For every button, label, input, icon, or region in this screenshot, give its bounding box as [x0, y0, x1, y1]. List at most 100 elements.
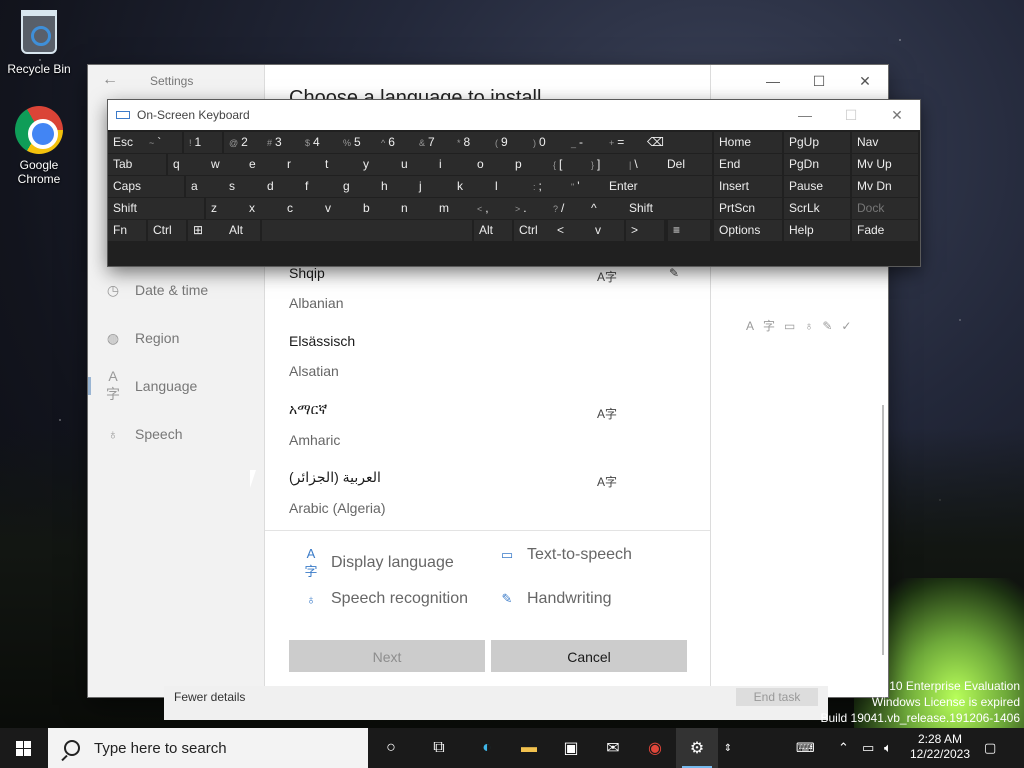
osk-key[interactable]: Options: [714, 220, 782, 241]
osk-key[interactable]: " ': [566, 176, 604, 197]
osk-key[interactable]: e: [244, 154, 282, 175]
osk-key[interactable]: ^ 6: [376, 132, 414, 153]
osk-key[interactable]: Home: [714, 132, 782, 153]
osk-key[interactable]: s: [224, 176, 262, 197]
osk-key[interactable]: w: [206, 154, 244, 175]
osk-key[interactable]: PrtScn: [714, 198, 782, 219]
osk-key[interactable]: n: [396, 198, 434, 219]
osk-key[interactable]: o: [472, 154, 510, 175]
file-explorer-icon[interactable]: ▬: [508, 728, 550, 768]
osk-key[interactable]: ⌫: [642, 132, 712, 153]
osk-key[interactable]: Help: [784, 220, 850, 241]
taskbar-search-box[interactable]: Type here to search: [48, 728, 368, 768]
osk-key[interactable]: z: [206, 198, 244, 219]
osk-key[interactable]: ≡: [668, 220, 710, 241]
close-icon[interactable]: ✕: [842, 65, 888, 97]
chrome-icon[interactable]: ◉: [634, 728, 676, 768]
osk-key[interactable]: l: [490, 176, 528, 197]
osk-key[interactable]: + =: [604, 132, 642, 153]
osk-key[interactable]: y: [358, 154, 396, 175]
osk-key[interactable]: ^: [586, 198, 624, 219]
osk-key[interactable]: j: [414, 176, 452, 197]
osk-key[interactable]: <,: [472, 198, 510, 219]
settings-gear-icon[interactable]: ⚙: [676, 728, 718, 768]
osk-key[interactable]: Tab: [108, 154, 166, 175]
osk-key[interactable]: Mv Up: [852, 154, 918, 175]
language-option-alsatian[interactable]: Elsässisch Alsatian: [289, 333, 689, 379]
maximize-icon[interactable]: ☐: [796, 65, 842, 97]
osk-key[interactable]: b: [358, 198, 396, 219]
language-option-arabic-algeria[interactable]: العربية (الجزائر) Arabic (Algeria): [289, 469, 689, 516]
osk-key[interactable]: ~ `: [144, 132, 182, 153]
osk-key[interactable]: Alt: [224, 220, 260, 241]
osk-key[interactable]: ! 1: [184, 132, 222, 153]
osk-key[interactable]: m: [434, 198, 472, 219]
task-view-icon[interactable]: ⧉: [418, 728, 460, 768]
nav-item-speech[interactable]: ♁ Speech: [104, 419, 183, 449]
osk-key[interactable]: Shift: [624, 198, 712, 219]
osk-key[interactable]: f: [300, 176, 338, 197]
nav-item-language[interactable]: A字 Language: [87, 368, 197, 402]
osk-key[interactable]: @2: [224, 132, 262, 153]
nav-item-region[interactable]: ◍ Region: [104, 323, 179, 353]
osk-key[interactable]: Esc: [108, 132, 144, 153]
minimize-icon[interactable]: —: [782, 100, 828, 130]
osk-key[interactable]: Ctrl: [148, 220, 186, 241]
edge-icon[interactable]: ◐: [466, 728, 508, 768]
osk-key[interactable]: }]: [586, 154, 624, 175]
osk-key[interactable]: Nav: [852, 132, 918, 153]
nav-item-date-time[interactable]: ◷ Date & time: [104, 275, 208, 305]
osk-key[interactable]: Dock: [852, 198, 918, 219]
osk-key[interactable]: Enter: [604, 176, 712, 197]
osk-key[interactable]: a: [186, 176, 224, 197]
osk-key[interactable]: Ctrl: [514, 220, 552, 241]
osk-key[interactable]: [262, 220, 472, 241]
osk-key[interactable]: p: [510, 154, 548, 175]
osk-key[interactable]: * 8: [452, 132, 490, 153]
action-center-keyboard-icon[interactable]: ⌨: [796, 728, 815, 768]
osk-key[interactable]: #3: [262, 132, 300, 153]
osk-key[interactable]: r: [282, 154, 320, 175]
language-option-albanian[interactable]: Shqip Albanian: [289, 265, 689, 311]
osk-key[interactable]: v: [590, 220, 624, 241]
osk-key[interactable]: PgDn: [784, 154, 850, 175]
osk-key[interactable]: >: [626, 220, 664, 241]
osk-key[interactable]: k: [452, 176, 490, 197]
osk-key[interactable]: ? /: [548, 198, 586, 219]
osk-key[interactable]: <: [552, 220, 590, 241]
osk-key[interactable]: u: [396, 154, 434, 175]
osk-key[interactable]: i: [434, 154, 472, 175]
osk-key[interactable]: % 5: [338, 132, 376, 153]
osk-key[interactable]: :;: [528, 176, 566, 197]
start-button[interactable]: [0, 728, 48, 768]
taskbar-scroll-icon[interactable]: ⇕: [718, 728, 738, 768]
osk-key[interactable]: t: [320, 154, 358, 175]
end-task-button[interactable]: End task: [736, 688, 818, 706]
osk-key[interactable]: v: [320, 198, 358, 219]
osk-key[interactable]: Fade: [852, 220, 918, 241]
cancel-button[interactable]: Cancel: [491, 640, 687, 672]
osk-key[interactable]: >.: [510, 198, 548, 219]
osk-key[interactable]: | \: [624, 154, 662, 175]
osk-key[interactable]: Mv Dn: [852, 176, 918, 197]
osk-key[interactable]: q: [168, 154, 206, 175]
next-button[interactable]: Next: [289, 640, 485, 672]
chevron-up-icon[interactable]: ⌃: [838, 728, 849, 768]
osk-key[interactable]: & 7: [414, 132, 452, 153]
minimize-icon[interactable]: —: [750, 65, 796, 97]
osk-key[interactable]: (9: [490, 132, 528, 153]
osk-key[interactable]: h: [376, 176, 414, 197]
osk-key[interactable]: x: [244, 198, 282, 219]
osk-key[interactable]: Insert: [714, 176, 782, 197]
osk-key[interactable]: d: [262, 176, 300, 197]
taskbar-clock[interactable]: 2:28 AM 12/22/2023: [902, 732, 978, 762]
osk-key[interactable]: PgUp: [784, 132, 850, 153]
desktop-icon-recycle-bin[interactable]: Recycle Bin: [1, 8, 77, 76]
osk-key[interactable]: Del: [662, 154, 712, 175]
osk-key[interactable]: _ -: [566, 132, 604, 153]
osk-key[interactable]: $4: [300, 132, 338, 153]
close-icon[interactable]: ✕: [874, 100, 920, 130]
osk-key[interactable]: ) 0: [528, 132, 566, 153]
osk-key[interactable]: Caps: [108, 176, 184, 197]
osk-key[interactable]: c: [282, 198, 320, 219]
